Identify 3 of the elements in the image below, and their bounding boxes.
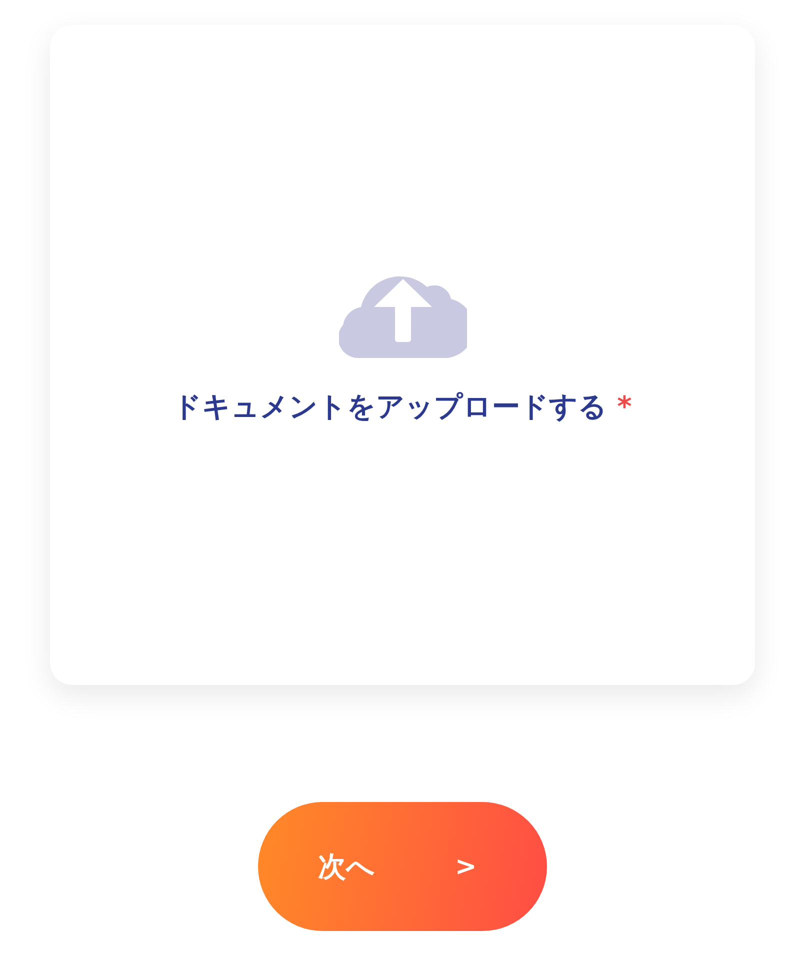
upload-card[interactable]: ドキュメントをアップロードする *: [50, 25, 755, 685]
upload-label: ドキュメントをアップロードする: [173, 388, 608, 424]
required-mark: *: [617, 390, 632, 422]
